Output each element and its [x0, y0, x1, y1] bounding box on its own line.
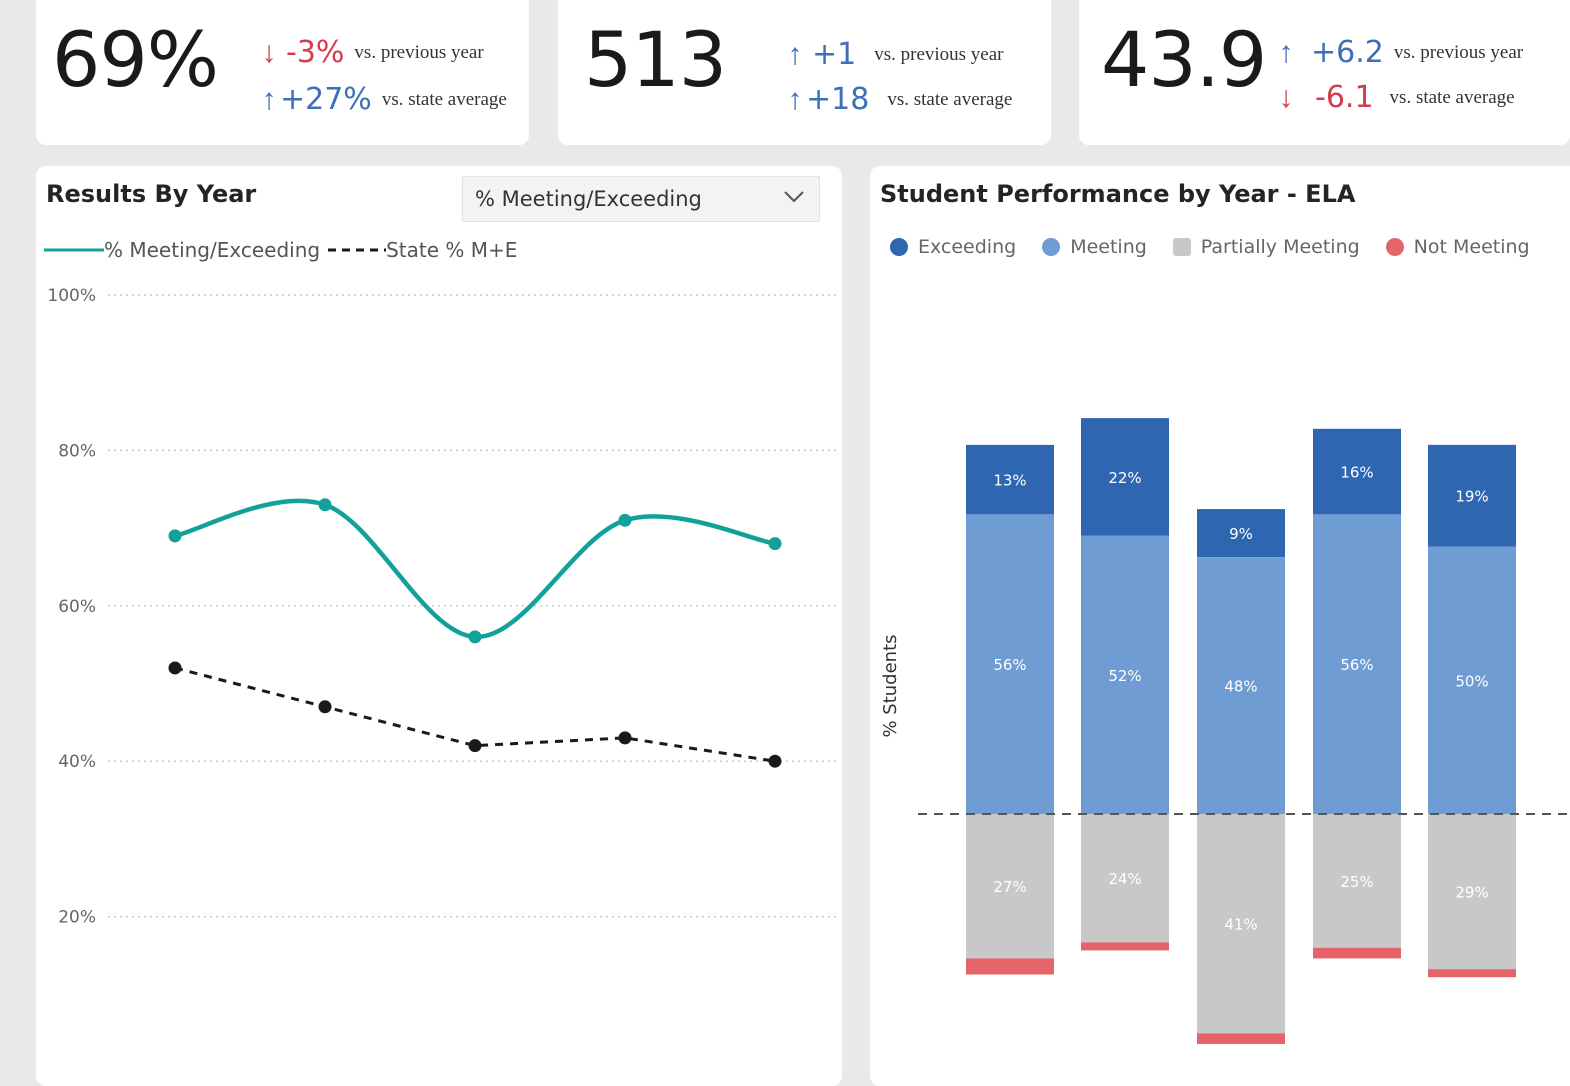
y-tick-label: 40%: [58, 752, 96, 772]
up-arrow-icon: ↑: [787, 83, 803, 116]
bar-chart: 13% 56% 27% 22% 52% 24% 9% 48% 41% 16% 56% 25% 19% 50…: [880, 418, 1570, 1045]
kpi-delta: +6.2: [1311, 35, 1384, 70]
y-tick-label: 80%: [58, 441, 96, 461]
down-arrow-icon: ↓: [1278, 81, 1294, 114]
kpi-delta: -6.1: [1315, 80, 1374, 115]
data-label: 19%: [1455, 488, 1488, 506]
data-label: 25%: [1340, 873, 1373, 891]
kpi-value: 43.9: [1101, 15, 1267, 104]
data-label: 27%: [993, 878, 1026, 896]
kpi-card-meeting-exceeding: 69% ↓ -3% vs. previous year ↑ +27% vs. s…: [36, 0, 529, 145]
kpi-state-average-row: ↓ -6.1 vs. state average: [1275, 81, 1515, 115]
kpi-delta: -3%: [286, 35, 345, 70]
data-label: 13%: [993, 472, 1026, 490]
bar-not-meeting: [1428, 969, 1516, 978]
kpi-previous-year-row: ↓ -3% vs. previous year: [258, 36, 484, 70]
bar-not-meeting: [966, 958, 1054, 975]
y-axis-label: % Students: [880, 634, 901, 737]
kpi-delta: +27%: [280, 82, 372, 117]
data-label: 22%: [1108, 469, 1141, 487]
bar-not-meeting: [1197, 1033, 1285, 1045]
data-label: 50%: [1455, 672, 1488, 690]
data-point: [318, 700, 332, 714]
up-arrow-icon: ↑: [787, 38, 803, 71]
kpi-delta: +1: [812, 37, 857, 72]
data-label: 16%: [1340, 464, 1373, 482]
bar-not-meeting: [1313, 947, 1401, 959]
down-arrow-icon: ↓: [261, 36, 277, 69]
y-tick-label: 100%: [47, 286, 96, 306]
line-chart: 100% 80% 60% 40% 20%: [47, 286, 836, 928]
kpi-card-scale-score: 513 ↑ +1 vs. previous year ↑ +18 vs. sta…: [558, 0, 1051, 145]
data-point: [168, 529, 182, 543]
student-performance-card: Student Performance by Year - ELA Exceed…: [870, 166, 1570, 1086]
kpi-note: vs. state average: [887, 89, 1013, 110]
data-point: [318, 498, 332, 512]
data-point: [618, 731, 632, 745]
kpi-previous-year-row: ↑ +1 vs. previous year: [784, 38, 1004, 72]
data-label: 56%: [993, 656, 1026, 674]
kpi-value: 513: [584, 15, 727, 104]
bar-not-meeting: [1081, 942, 1169, 951]
data-label: 52%: [1108, 667, 1141, 685]
kpi-delta: +18: [806, 82, 870, 117]
series-line-meeting-exceeding: [174, 498, 776, 640]
data-label: 29%: [1455, 884, 1488, 902]
data-point: [468, 630, 482, 644]
kpi-note: vs. previous year: [354, 42, 484, 63]
data-label: 9%: [1229, 525, 1253, 543]
data-point: [768, 754, 782, 768]
kpi-card-percentile: 43.9 ↑ +6.2 vs. previous year ↓ -6.1 vs.…: [1079, 0, 1570, 145]
kpi-state-average-row: ↑ +18 vs. state average: [784, 82, 1013, 117]
results-by-year-card: Results By Year % Meeting/Exceeding % Me…: [36, 166, 842, 1086]
kpi-note: vs. state average: [381, 89, 507, 110]
kpi-value: 69%: [52, 15, 219, 104]
kpi-state-average-row: ↑ +27% vs. state average: [258, 83, 507, 117]
up-arrow-icon: ↑: [1278, 36, 1294, 69]
up-arrow-icon: ↑: [261, 83, 277, 116]
data-point: [168, 661, 182, 675]
y-tick-label: 60%: [58, 597, 96, 617]
kpi-note: vs. state average: [1389, 87, 1515, 108]
kpi-previous-year-row: ↑ +6.2 vs. previous year: [1275, 35, 1524, 70]
data-label: 41%: [1224, 916, 1257, 934]
data-point: [618, 513, 632, 527]
data-point: [468, 739, 482, 753]
data-point: [768, 537, 782, 551]
kpi-note: vs. previous year: [1393, 42, 1524, 63]
data-label: 24%: [1108, 870, 1141, 888]
data-label: 48%: [1224, 678, 1257, 696]
y-tick-label: 20%: [58, 908, 96, 928]
data-label: 56%: [1340, 656, 1373, 674]
kpi-note: vs. previous year: [874, 44, 1004, 65]
